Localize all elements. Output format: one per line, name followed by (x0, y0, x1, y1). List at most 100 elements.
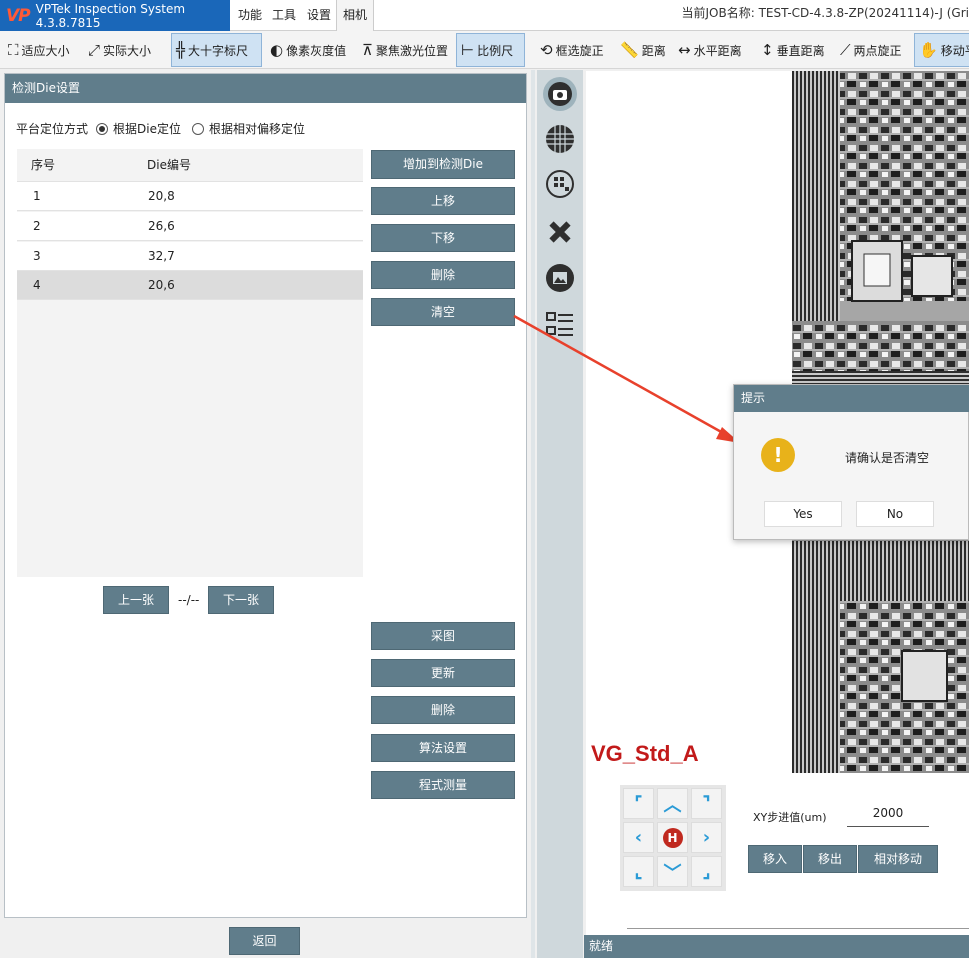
pixel-gray-button[interactable]: ◐ 像素灰度值 (266, 33, 350, 67)
radio-checked-icon (96, 123, 108, 135)
page-indicator: --/-- (178, 593, 200, 607)
hand-icon: ✋ (919, 41, 938, 59)
prev-page-button[interactable]: 上一张 (103, 586, 169, 614)
dialog-title: 提示 (734, 385, 969, 412)
ruler-icon: 📏 (620, 41, 639, 59)
radio-offset-position[interactable]: 根据相对偏移定位 (192, 122, 305, 136)
menu-camera[interactable]: 相机 (336, 0, 375, 32)
table-row[interactable]: 3 32,7 (17, 242, 363, 271)
template-name: VG_Std_A (591, 741, 699, 766)
jog-up-right-icon[interactable]: ⌝ (691, 788, 722, 819)
grid-sphere-icon[interactable] (543, 122, 577, 156)
annotation-arrow (513, 314, 740, 443)
crosshair-icon: ╬ (176, 41, 186, 59)
home-button[interactable]: H (657, 822, 688, 853)
row-index: 2 (33, 219, 41, 233)
home-icon: H (662, 827, 683, 848)
die-settings-panel: 检测Die设置 平台定位方式 根据Die定位 根据相对偏移定位 序号 Die编号… (4, 73, 527, 918)
splitter[interactable] (531, 70, 535, 958)
capture-button[interactable]: 采图 (371, 622, 515, 650)
vertical-distance-label: 垂直距离 (776, 43, 825, 58)
scale-bar-button[interactable]: ⊢ 比例尺 (456, 33, 525, 67)
motion-control-panel: ⌜ ︿ ⌝ ‹ H › ⌞ ﹀ ⌟ XY步进值(um) 2000 移入 移出 相… (586, 773, 969, 935)
jog-right-icon[interactable]: › (691, 822, 722, 853)
actual-size-label: 实际大小 (103, 43, 152, 58)
delete-image-button[interactable]: 删除 (371, 696, 515, 724)
two-point-rotate-button[interactable]: ⟋ 两点旋正 (836, 33, 906, 67)
jog-pad: ⌜ ︿ ⌝ ‹ H › ⌞ ﹀ ⌟ (620, 785, 726, 891)
row-die: 20,8 (148, 189, 175, 203)
step-input[interactable]: 2000 (847, 806, 929, 827)
menu-settings[interactable]: 设置 (301, 0, 337, 31)
jog-up-icon[interactable]: ︿ (657, 788, 688, 819)
horizontal-distance-button[interactable]: ↔ 水平距离 (674, 33, 746, 67)
jog-down-left-icon[interactable]: ⌞ (623, 856, 654, 887)
clear-button[interactable]: 清空 (371, 298, 515, 326)
camera-icon[interactable] (543, 77, 577, 111)
image-icon[interactable] (543, 261, 577, 295)
relative-move-button[interactable]: 相对移动 (858, 845, 938, 873)
row-index: 3 (33, 249, 41, 263)
horizontal-arrows-icon: ↔ (678, 41, 691, 59)
algorithm-settings-button[interactable]: 算法设置 (371, 734, 515, 762)
two-point-icon: ⟋ (840, 41, 851, 59)
update-button[interactable]: 更新 (371, 659, 515, 687)
delete-button[interactable]: 删除 (371, 261, 515, 289)
move-up-button[interactable]: 上移 (371, 187, 515, 215)
warning-icon: ! (761, 438, 795, 472)
menu-function[interactable]: 功能 (232, 0, 268, 31)
job-name: 当前JOB名称: TEST-CD-4.3.8-ZP(20241114)-J (G… (681, 6, 969, 20)
table-header: 序号 Die编号 (17, 149, 363, 182)
radio-die-position[interactable]: 根据Die定位 (96, 122, 181, 136)
vertical-arrows-icon: ↕ (761, 41, 774, 59)
rotate-box-button[interactable]: ⟲ 框选旋正 (536, 33, 608, 67)
menu-tools[interactable]: 工具 (266, 0, 302, 31)
actual-size-button[interactable]: ⤢ 实际大小 (84, 33, 155, 67)
pixel-gray-label: 像素灰度值 (286, 43, 347, 58)
add-to-inspection-die-button[interactable]: 增加到检测Die (371, 150, 515, 179)
status-bar: 就绪 (584, 935, 969, 958)
table-row[interactable]: 1 20,8 (17, 182, 363, 211)
move-down-button[interactable]: 下移 (371, 224, 515, 252)
fit-size-label: 适应大小 (21, 43, 70, 58)
tools-icon[interactable] (543, 215, 577, 249)
table-row-selected[interactable]: 4 20,6 (17, 271, 363, 300)
divider (627, 928, 969, 929)
jog-left-icon[interactable]: ‹ (623, 822, 654, 853)
move-out-button[interactable]: 移出 (803, 845, 857, 873)
rotate-box-label: 框选旋正 (555, 43, 604, 58)
crosshair-ruler-button[interactable]: ╬ 大十字标尺 (171, 33, 262, 67)
jog-down-icon[interactable]: ﹀ (657, 856, 688, 887)
no-button[interactable]: No (856, 501, 934, 527)
two-point-label: 两点旋正 (853, 43, 902, 58)
laser-icon: ⊼ (362, 41, 373, 59)
focus-laser-button[interactable]: ⊼ 聚焦激光位置 (358, 33, 452, 67)
jog-up-left-icon[interactable]: ⌜ (623, 788, 654, 819)
next-page-button[interactable]: 下一张 (208, 586, 274, 614)
distance-button[interactable]: 📏 距离 (616, 33, 670, 67)
program-measure-button[interactable]: 程式测量 (371, 771, 515, 799)
row-index: 4 (33, 278, 41, 292)
scale-icon: ⊢ (461, 41, 475, 59)
move-platform-button[interactable]: ✋ 移动平 (914, 33, 969, 67)
jog-down-right-icon[interactable]: ⌟ (691, 856, 722, 887)
dialog-message: 请确认是否清空 (845, 451, 930, 465)
horizontal-distance-label: 水平距离 (693, 43, 742, 58)
fit-size-button[interactable]: ⛶ 适应大小 (4, 33, 74, 67)
die-map-icon[interactable] (543, 167, 577, 201)
row-die: 26,6 (148, 219, 175, 233)
row-die: 20,6 (148, 278, 175, 292)
back-button[interactable]: 返回 (229, 927, 300, 955)
scale-label: 比例尺 (477, 43, 514, 58)
crosshair-label: 大十字标尺 (188, 43, 249, 58)
die-table[interactable]: 序号 Die编号 1 20,8 2 26,6 3 32,7 4 20,6 (17, 149, 363, 577)
rotate-icon: ⟲ (540, 41, 553, 59)
yes-button[interactable]: Yes (764, 501, 842, 527)
step-label: XY步进值(um) (753, 811, 827, 824)
table-row[interactable]: 2 26,6 (17, 212, 363, 241)
radio-unchecked-icon (192, 123, 204, 135)
app-title: VPTek Inspection System 4.3.8.7815 (35, 1, 186, 30)
panel-title: 检测Die设置 (5, 74, 526, 103)
vertical-distance-button[interactable]: ↕ 垂直距离 (757, 33, 829, 67)
move-in-button[interactable]: 移入 (748, 845, 802, 873)
